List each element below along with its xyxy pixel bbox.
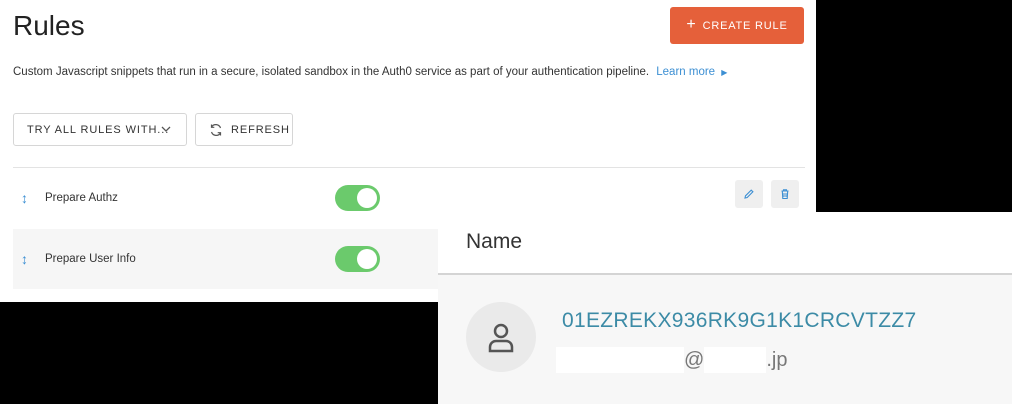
description-text: Custom Javascript snippets that run in a… xyxy=(13,66,650,78)
page-title: Rules xyxy=(13,10,85,41)
learn-more-link[interactable]: Learn more xyxy=(656,66,715,78)
edit-button[interactable] xyxy=(735,180,763,208)
page-description: Custom Javascript snippets that run in a… xyxy=(13,66,727,78)
user-icon xyxy=(488,323,514,353)
pencil-icon xyxy=(744,189,754,199)
delete-button[interactable] xyxy=(771,180,799,208)
rule-name[interactable]: Prepare Authz xyxy=(45,192,325,204)
chevron-down-icon xyxy=(161,126,171,132)
arrow-right-icon: ▶ xyxy=(721,68,728,77)
rule-enabled-toggle[interactable] xyxy=(335,246,380,272)
email-suffix: .jp xyxy=(766,348,788,371)
refresh-label: REFRESH xyxy=(231,123,290,136)
user-row[interactable]: 01EZREKX936RK9G1K1CRCVTZZ7 @ .jp xyxy=(438,275,1012,404)
create-rule-button[interactable]: + CREATE RULE xyxy=(670,7,804,44)
drag-handle-icon[interactable]: ↕ xyxy=(21,251,41,267)
redacted-block xyxy=(704,347,767,373)
create-rule-label: CREATE RULE xyxy=(702,19,788,32)
trash-icon xyxy=(781,189,789,200)
rule-name[interactable]: Prepare User Info xyxy=(45,253,325,265)
refresh-icon xyxy=(210,123,222,136)
user-panel: Name 01EZREKX936RK9G1K1CRCVTZZ7 @ .jp xyxy=(438,212,1012,404)
try-all-rules-dropdown[interactable]: TRY ALL RULES WITH... xyxy=(13,113,187,146)
rule-enabled-toggle[interactable] xyxy=(335,185,380,211)
column-header-name: Name xyxy=(466,230,523,253)
plus-icon: + xyxy=(686,15,697,33)
avatar xyxy=(466,302,536,372)
user-id-link[interactable]: 01EZREKX936RK9G1K1CRCVTZZ7 xyxy=(562,309,916,333)
drag-handle-icon[interactable]: ↕ xyxy=(21,190,41,206)
user-email: @ .jp xyxy=(556,347,787,373)
redacted-block xyxy=(556,347,684,373)
email-at: @ xyxy=(684,348,705,371)
toggle-knob xyxy=(357,249,377,269)
toggle-knob xyxy=(357,188,377,208)
refresh-button[interactable]: REFRESH xyxy=(195,113,293,146)
try-all-rules-label: TRY ALL RULES WITH... xyxy=(27,123,170,136)
